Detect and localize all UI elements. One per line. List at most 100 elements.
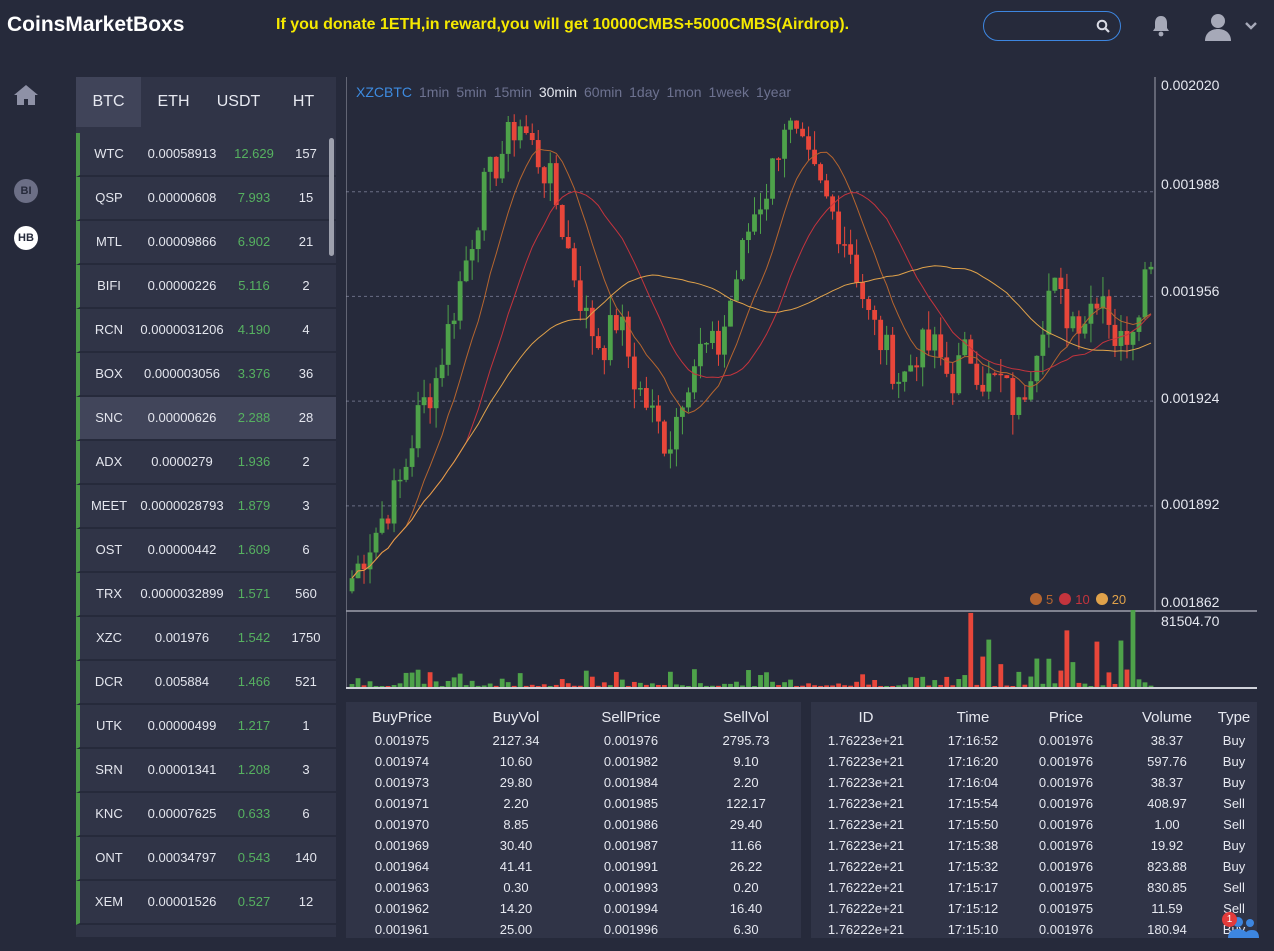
table-cell: 1.76223e+21 [827,838,905,853]
table-row[interactable]: 1.76223e+21 17:16:04 0.001976 38.37 Buy [811,775,1257,796]
market-price: 0.0000028793 [140,498,224,513]
market-row[interactable]: KNC 0.00007625 0.633 6 [76,793,336,837]
volume-bar [547,685,553,687]
period-30min[interactable]: 30min [539,84,577,100]
table-row[interactable]: 0.001964 41.41 0.001991 26.22 [346,859,801,880]
table-row[interactable]: 0.001962 14.20 0.001994 16.40 [346,901,801,922]
table-cell: 0.001970 [374,817,430,832]
volume-bar [782,682,787,687]
table-cell: 25.00 [499,922,533,937]
table-cell: 0.001975 [1038,880,1094,895]
table-row[interactable]: 0.001963 0.30 0.001993 0.20 [346,880,801,901]
table-row[interactable]: 0.001973 29.80 0.001984 2.20 [346,775,801,796]
table-row[interactable]: 0.001975 2127.34 0.001976 2795.73 [346,733,801,754]
table-row[interactable]: 0.001961 25.00 0.001996 6.30 [346,922,801,943]
search-input[interactable] [996,17,1096,35]
table-row[interactable]: 1.76223e+21 17:15:38 0.001976 19.92 Buy [811,838,1257,859]
market-change: 1.879 [237,498,271,513]
market-change: 3.376 [237,366,271,381]
market-volume: 2 [302,278,310,293]
period-60min[interactable]: 60min [584,84,622,100]
table-row[interactable]: 1.76222e+21 17:15:17 0.001975 830.85 Sell [811,880,1257,901]
volume-bar [433,681,439,687]
logo[interactable]: CoinsMarketBoxs [7,13,184,37]
tab-btc[interactable]: BTC [76,77,141,127]
tab-ht[interactable]: HT [271,77,336,127]
market-row[interactable]: MTL 0.00009866 6.902 21 [76,221,336,265]
market-row[interactable]: UTK 0.00000499 1.217 1 [76,705,336,749]
market-row[interactable]: MEET 0.0000028793 1.879 3 [76,485,336,529]
volume-bar [373,685,379,687]
market-row[interactable]: ADX 0.0000279 1.936 2 [76,441,336,485]
market-row[interactable]: SNC 0.00000626 2.288 28 [76,397,336,441]
market-row[interactable]: QSP 0.00000608 7.993 15 [76,177,336,221]
period-1year[interactable]: 1year [756,84,791,100]
table-cell: 0.001993 [603,880,659,895]
market-row[interactable]: BIFI 0.00000226 5.116 2 [76,265,336,309]
market-row[interactable]: OST 0.00000442 1.609 6 [76,529,336,573]
search-box[interactable] [983,11,1121,41]
volume-bar [1022,684,1028,687]
period-1min[interactable]: 1min [419,84,449,100]
market-row[interactable]: BOX 0.000003056 3.376 36 [76,353,336,397]
period-15min[interactable]: 15min [494,84,532,100]
scrollbar[interactable] [329,138,334,256]
table-cell: 9.10 [733,754,759,769]
search-icon[interactable] [1096,19,1110,38]
market-change: 0.633 [237,806,271,821]
table-row[interactable]: 1.76222e+21 17:15:10 0.001976 180.94 Buy [811,922,1257,943]
market-row[interactable]: RCN 0.0000031206 4.190 4 [76,309,336,353]
chevron-down-icon[interactable] [1244,18,1258,36]
table-cell: 2.20 [733,775,759,790]
user-avatar-icon[interactable] [1203,11,1233,46]
market-row[interactable]: XEM 0.00001526 0.527 12 [76,881,336,925]
table-row[interactable]: 0.001969 30.40 0.001987 11.66 [346,838,801,859]
market-row[interactable]: ONT 0.00034797 0.543 140 [76,837,336,881]
volume-bar [607,685,613,687]
market-row[interactable]: XZC 0.001976 1.542 1750 [76,617,336,661]
volume-bar [1004,685,1010,687]
table-row[interactable]: 0.001971 2.20 0.001985 122.17 [346,796,801,817]
market-row[interactable]: TRX 0.0000032899 1.571 560 [76,573,336,617]
bell-icon[interactable] [1150,14,1172,43]
table-cell: 823.88 [1147,859,1187,874]
volume-bar [1016,671,1022,687]
market-row[interactable]: WTC 0.00058913 12.629 157 [76,133,336,177]
volume-bar [1142,682,1148,687]
volume-bar [1010,685,1016,687]
tab-usdt[interactable]: USDT [206,77,271,127]
table-row[interactable]: 1.76223e+21 17:16:52 0.001976 38.37 Buy [811,733,1257,754]
tab-eth[interactable]: ETH [141,77,206,127]
volume-bar [950,685,956,687]
nav-bi-icon[interactable]: BI [14,179,38,203]
volume-bar [1094,641,1100,687]
column-header: BuyPrice [371,709,433,726]
table-row[interactable]: 0.001974 10.60 0.001982 9.10 [346,754,801,775]
table-row[interactable]: 1.76222e+21 17:15:12 0.001975 11.59 Sell [811,901,1257,922]
market-row[interactable]: SRN 0.00001341 1.208 3 [76,749,336,793]
table-row[interactable]: 0.001970 8.85 0.001986 29.40 [346,817,801,838]
home-icon[interactable] [13,84,39,111]
volume-bar [1034,658,1040,687]
market-price: 0.00000226 [147,278,217,293]
volume-bar [355,678,361,687]
table-cell: 17:16:52 [947,733,999,748]
market-row[interactable]: DCR 0.005884 1.466 521 [76,661,336,705]
volume-bar [1136,679,1142,687]
market-price: 0.005884 [154,674,210,689]
volume-bar [595,685,601,687]
table-row[interactable]: 1.76222e+21 17:15:32 0.001976 823.88 Buy [811,859,1257,880]
period-1week[interactable]: 1week [709,84,749,100]
volume-bar [661,685,667,687]
period-1day[interactable]: 1day [629,84,659,100]
period-5min[interactable]: 5min [456,84,486,100]
table-row[interactable]: 1.76223e+21 17:15:54 0.001976 408.97 Sell [811,796,1257,817]
table-cell: 0.001961 [374,922,430,937]
table-row[interactable]: 1.76223e+21 17:15:50 0.001976 1.00 Sell [811,817,1257,838]
promo-banner: If you donate 1ETH,in reward,you will ge… [276,16,850,33]
table-row[interactable]: 1.76223e+21 17:16:20 0.001976 597.76 Buy [811,754,1257,775]
y-tick-label: 0.001862 [1161,594,1220,610]
table-cell: 0.001964 [374,859,430,874]
nav-hb-icon[interactable]: HB [14,226,38,250]
period-1mon[interactable]: 1mon [667,84,702,100]
